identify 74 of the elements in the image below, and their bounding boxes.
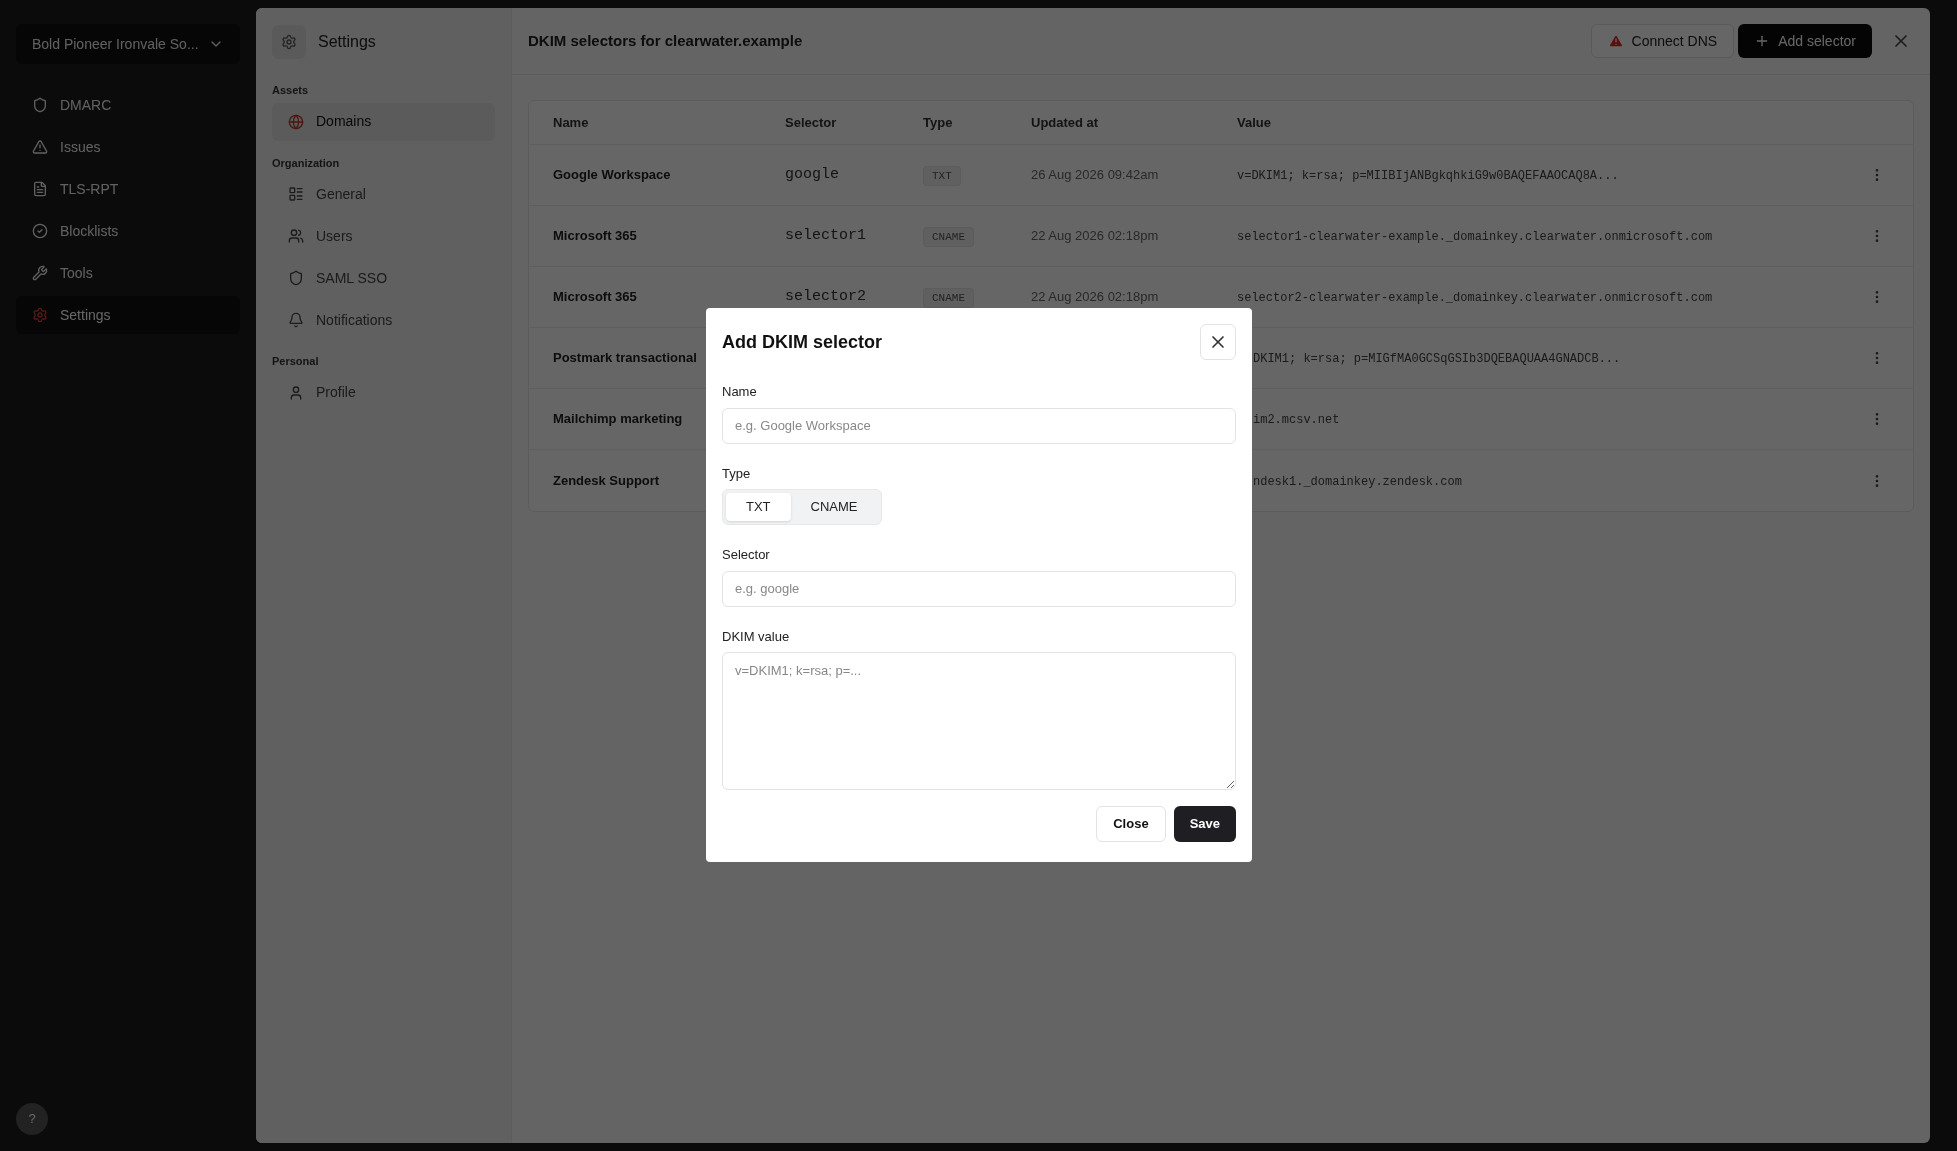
nav-item[interactable]: DMARC (16, 86, 240, 124)
table-cell: ndesk1._domainkey.zendesk.com (1253, 474, 1462, 489)
settings-nav-item[interactable]: Users (272, 217, 495, 255)
section-heading: Personal (272, 354, 320, 369)
field-label: DKIM value (722, 627, 791, 646)
table-cell: selector2-clearwater-example._domainkey.clearwater.onmicrosoft.com (1237, 291, 1713, 305)
table-cell: selector2 (785, 287, 866, 305)
table-cell: im2.mcsv.net (1253, 413, 1340, 427)
column-header: Updated at (1031, 113, 1100, 132)
settings-nav-item[interactable]: Notifications (272, 301, 495, 339)
organization-switcher[interactable]: Bold Pioneer Ironvale So... (16, 24, 240, 64)
table-cell: Zendesk Support (553, 472, 660, 488)
table-cell: selector1-clearwater-example._domainkey.clearwater.onmicrosoft.com (1237, 230, 1713, 244)
table-cell: Microsoft 365 (553, 228, 637, 244)
table-cell: 22 Aug 2026 02:18pm (1031, 228, 1159, 244)
column-header: Value (1237, 113, 1272, 132)
settings-nav-item[interactable]: Profile (272, 373, 495, 412)
settings-icon (272, 25, 306, 59)
layout-icon (288, 186, 304, 202)
shield-icon (32, 97, 48, 113)
type-tag: CNAME (923, 227, 974, 248)
settings-nav-item[interactable]: General (272, 175, 495, 213)
settings-nav-item[interactable]: SAML SSO (272, 259, 495, 297)
type-tag: CNAME (923, 288, 974, 309)
add-selector-button[interactable]: Add selector (1738, 24, 1872, 58)
bell-icon (288, 312, 304, 328)
type-tag: TXT (923, 166, 961, 187)
close-button[interactable] (1200, 324, 1236, 360)
page-title: DKIM selectors for clearwater.example (528, 30, 803, 51)
nav-item[interactable]: Issues (16, 128, 240, 166)
nav-item[interactable]: Blocklists (16, 212, 240, 250)
field-label: Selector (722, 546, 771, 564)
field-label: Type (722, 464, 752, 483)
selector-input-field[interactable]: e.g. google (722, 570, 1236, 607)
user-icon (288, 384, 304, 401)
table-cell: Mailchimp marketing (553, 411, 683, 427)
save-button[interactable]: Save (1173, 806, 1236, 842)
nav-item[interactable]: Tools (16, 254, 240, 292)
table-cell: 22 Aug 2026 02:18pm (1031, 289, 1159, 305)
type-option[interactable]: CNAME (790, 493, 878, 521)
dialog-title: Add DKIM selector (722, 330, 883, 354)
check-circle-icon (32, 223, 48, 239)
table-cell: selector1 (785, 226, 866, 244)
nav-item[interactable]: TLS-RPT (16, 170, 240, 208)
table-cell: v=DKIM1; k=rsa; p=MIIBIjANBgkqhkiG9w0BAQEFAAOCAQ8A... (1237, 169, 1619, 183)
dkim-value-field[interactable]: v=DKIM1; k=rsa; p=... (722, 652, 1236, 790)
column-header: Type (923, 113, 954, 132)
table-cell: 26 Aug 2026 09:42am (1031, 167, 1159, 183)
warning-icon (32, 139, 48, 155)
shield-icon (288, 270, 304, 286)
connect-dns-button[interactable]: Connect DNS (1590, 24, 1735, 58)
table-cell: google (785, 165, 839, 183)
globe-icon (288, 113, 304, 130)
settings-nav-item[interactable]: Domains (272, 102, 495, 141)
panel-title: Settings (318, 32, 376, 52)
wrench-icon (32, 265, 48, 281)
type-option[interactable]: TXT (726, 493, 791, 521)
document-icon (32, 181, 48, 197)
name-input-field[interactable]: e.g. Google Workspace (722, 407, 1236, 444)
help-button[interactable]: ? (16, 1103, 48, 1135)
table-cell: Microsoft 365 (553, 289, 637, 305)
settings-icon (32, 307, 48, 323)
nav-item[interactable]: Settings (16, 296, 240, 334)
table-cell: Google Workspace (553, 167, 671, 183)
table-cell: Postmark transactional (553, 350, 697, 366)
warning-icon (1607, 33, 1624, 49)
table-cell: DKIM1; k=rsa; p=MIGfMA0GCSqGSIb3DQEBAQUAA4GNADCB... (1253, 352, 1621, 366)
users-icon (288, 228, 304, 244)
close-dialog-button[interactable]: Close (1096, 806, 1166, 842)
field-label: Name (722, 383, 758, 401)
column-header: Selector (785, 113, 838, 132)
section-heading: Organization (272, 155, 341, 171)
column-header: Name (553, 113, 590, 132)
section-heading: Assets (272, 83, 310, 98)
